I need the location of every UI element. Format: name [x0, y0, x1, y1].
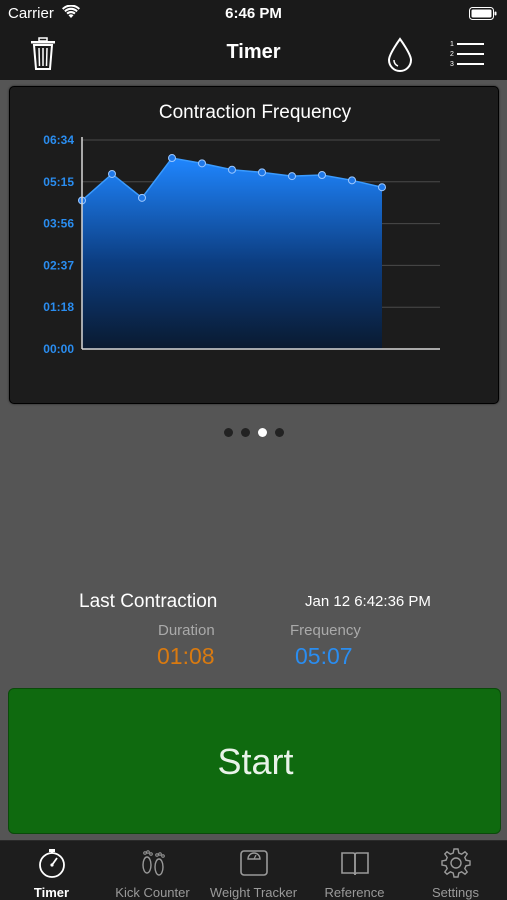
- svg-text:2: 2: [450, 51, 454, 58]
- tab-settings[interactable]: Settings: [405, 841, 506, 900]
- tab-label: Reference: [324, 885, 385, 900]
- data-point: [168, 154, 176, 163]
- status-time: 6:46 PM: [225, 5, 282, 22]
- stopwatch-icon: [39, 849, 65, 878]
- nav-bar: Timer 1 2 3: [0, 28, 507, 80]
- tab-kick-counter[interactable]: Kick Counter: [102, 841, 203, 900]
- duration-label: Duration: [158, 622, 215, 639]
- data-point: [228, 165, 236, 174]
- page-dot[interactable]: [223, 428, 233, 437]
- data-point: [348, 176, 356, 185]
- drop-icon[interactable]: [384, 36, 416, 72]
- tab-label: Settings: [432, 885, 479, 900]
- page-indicator[interactable]: [0, 424, 507, 442]
- tab-label: Weight Tracker: [209, 885, 298, 900]
- data-point: [318, 171, 326, 180]
- start-button[interactable]: Start: [8, 688, 501, 834]
- data-point: [138, 193, 146, 202]
- y-tick-label: 01:18: [43, 300, 74, 314]
- duration-value: 01:08: [157, 643, 215, 669]
- page-dot[interactable]: [257, 428, 267, 437]
- y-tick-label: 05:15: [43, 175, 74, 189]
- page-dot[interactable]: [240, 428, 250, 437]
- tab-label: Kick Counter: [115, 885, 190, 900]
- chart-card[interactable]: Contraction Frequency 00:00 01:18 02:37 03:…: [9, 86, 499, 404]
- battery-icon: [469, 7, 497, 20]
- page-dot[interactable]: [274, 428, 284, 437]
- tab-reference[interactable]: Reference: [304, 841, 405, 900]
- chart-plot: 00:00 01:18 02:37 03:56 05:15 06:34: [43, 133, 440, 356]
- tab-label: Timer: [33, 885, 70, 900]
- y-tick-label: 00:00: [43, 342, 74, 356]
- footprints-icon: [142, 850, 165, 876]
- data-point: [108, 169, 116, 178]
- data-point: [258, 168, 266, 177]
- data-point: [288, 172, 296, 181]
- status-bar: Carrier 6:46 PM: [0, 0, 507, 28]
- y-tick-label: 03:56: [43, 217, 74, 231]
- last-contraction-timestamp: Jan 12 6:42:36 PM: [305, 593, 431, 610]
- svg-text:1: 1: [450, 41, 454, 48]
- page-title: Timer: [226, 41, 281, 63]
- last-contraction-label: Last Contraction: [79, 591, 218, 612]
- y-tick-label: 02:37: [43, 258, 74, 272]
- y-tick-label: 06:34: [43, 133, 74, 147]
- start-button-label: Start: [217, 741, 294, 782]
- svg-text:3: 3: [450, 61, 454, 68]
- scale-icon: [240, 850, 268, 876]
- frequency-value: 05:07: [295, 643, 353, 669]
- gear-icon: [441, 848, 471, 878]
- tab-bar: Timer Kick Counter Weight Tracker Refere…: [0, 840, 507, 900]
- data-point: [378, 183, 386, 192]
- data-point: [198, 159, 206, 168]
- frequency-label: Frequency: [290, 622, 361, 639]
- book-icon: [341, 852, 369, 876]
- tab-timer[interactable]: Timer: [1, 841, 102, 900]
- tab-weight-tracker[interactable]: Weight Tracker: [203, 841, 304, 900]
- list-icon[interactable]: 1 2 3: [448, 38, 486, 70]
